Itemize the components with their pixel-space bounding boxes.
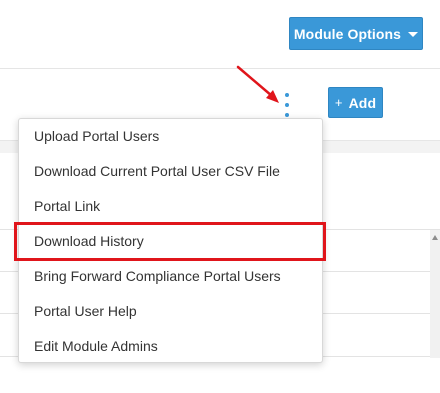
kebab-dot <box>285 103 289 107</box>
more-actions-icon[interactable] <box>281 93 293 117</box>
annotation-highlight-box <box>14 222 326 261</box>
table-scrollbar[interactable] <box>430 230 440 358</box>
caret-down-icon <box>408 31 419 37</box>
menu-item-bring-forward-compliance-portal-users[interactable]: Bring Forward Compliance Portal Users <box>34 266 281 286</box>
add-button[interactable]: + Add <box>328 87 383 118</box>
menu-item-portal-user-help[interactable]: Portal User Help <box>34 301 137 321</box>
annotation-arrow <box>236 65 279 103</box>
kebab-dot <box>285 113 289 117</box>
menu-item-portal-link[interactable]: Portal Link <box>34 196 100 216</box>
menu-item-upload-portal-users[interactable]: Upload Portal Users <box>34 126 159 146</box>
plus-icon: + <box>334 95 343 110</box>
menu-item-edit-module-admins[interactable]: Edit Module Admins <box>34 336 158 356</box>
menu-item-download-portal-user-csv[interactable]: Download Current Portal User CSV File <box>34 161 280 181</box>
scroll-up-arrow-icon[interactable] <box>432 235 438 240</box>
add-button-label: Add <box>348 94 377 111</box>
module-options-button[interactable]: Module Options <box>289 17 423 50</box>
kebab-dot <box>285 93 289 97</box>
screen: Module Options + Add Upload Portal Users… <box>0 0 440 393</box>
module-options-label: Module Options <box>293 25 402 42</box>
